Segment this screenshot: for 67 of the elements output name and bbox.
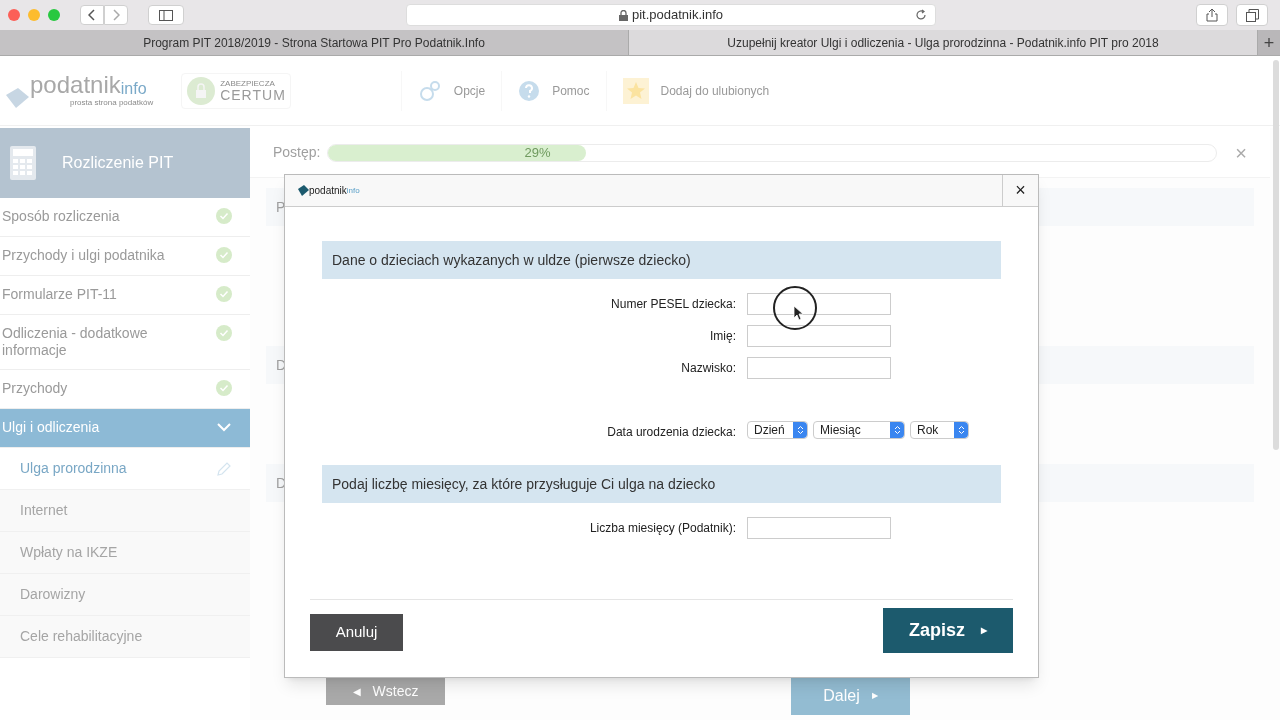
badge-caption: ZABEZPIECZA: [220, 79, 276, 88]
padlock-icon: [186, 75, 217, 106]
next-button[interactable]: Dalej ▶: [791, 677, 910, 715]
cursor-icon: [772, 285, 818, 331]
tabs-icon: [1245, 8, 1259, 22]
new-tab-button[interactable]: +: [1258, 30, 1280, 55]
updown-icon: [796, 425, 804, 435]
dropdown[interactable]: Rok: [910, 421, 969, 439]
header-nav-link[interactable]: Opcje: [400, 70, 502, 111]
section-heading: Podaj liczbę miesięcy, za które przysługuje Ci ulga na dziecko: [322, 465, 1001, 503]
gears-icon: [417, 79, 442, 102]
input-field[interactable]: [747, 293, 891, 315]
reload-icon[interactable]: [915, 9, 927, 21]
updown-icon: [893, 425, 901, 435]
tabs-button[interactable]: [1236, 4, 1268, 26]
url-text: pit.podatnik.info: [631, 6, 724, 25]
field-label: Imię:: [709, 328, 736, 345]
field-label: Liczba miesięcy (Podatnik):: [588, 520, 736, 537]
minimize-window-icon[interactable]: [28, 9, 40, 21]
section-heading: Dane o dzieciach wykazanych w uldze (pierwsze dziecko): [322, 241, 1001, 279]
save-button[interactable]: Zapisz ▶: [883, 608, 1013, 653]
close-window-icon[interactable]: [8, 9, 20, 21]
sidebar-subitem[interactable]: Darowizny: [0, 574, 250, 616]
logo-icon: [297, 185, 309, 196]
logo-tagline: prosta strona podatków: [70, 97, 154, 109]
chevron-right-icon: [112, 9, 120, 21]
logo-text: podatnik: [30, 72, 121, 97]
logo-icon: [4, 86, 30, 109]
sidebar-button[interactable]: [148, 5, 184, 25]
lock-icon: [618, 9, 628, 21]
input-field[interactable]: [747, 357, 891, 379]
scrollbar[interactable]: [1273, 60, 1279, 450]
share-button[interactable]: [1196, 4, 1228, 26]
sidebar-item[interactable]: Ulgi i odliczenia: [0, 409, 250, 448]
share-icon: [1206, 8, 1218, 22]
logo-suffix: info: [120, 80, 147, 97]
address-field[interactable]: pit.podatnik.info: [406, 4, 936, 26]
close-button[interactable]: ×: [1235, 137, 1247, 168]
field-label: Nazwisko:: [680, 360, 736, 377]
maximize-window-icon[interactable]: [48, 9, 60, 21]
help-icon: [518, 79, 541, 102]
sidebar-subitem[interactable]: Wpłaty na IKZE: [0, 532, 250, 574]
input-field[interactable]: [747, 517, 891, 539]
dropdown[interactable]: Miesiąc: [813, 421, 905, 439]
header-nav-link[interactable]: Dodaj do ulubionych: [605, 70, 786, 111]
calculator-icon: [10, 146, 36, 180]
browser-tab[interactable]: Uzupełnij kreator Ulgi i odliczenia - Ulga prorodzinna - Podatnik.info PIT pro 2018: [629, 30, 1258, 55]
back-button[interactable]: ◀ Wstecz: [326, 677, 445, 705]
chevron-left-icon: [88, 9, 96, 21]
sidebar-subitem[interactable]: Cele rehabilitacyjne: [0, 616, 250, 658]
forward-button[interactable]: [104, 5, 128, 25]
cancel-button[interactable]: Anuluj: [310, 614, 403, 651]
input-field[interactable]: [747, 325, 891, 347]
sidebar-icon: [159, 9, 173, 21]
progress-reading: 29%: [524, 144, 551, 161]
badge-name: CERTUM: [220, 87, 286, 102]
sidebar-title: Rozliczenie PIT: [62, 153, 174, 173]
back-button[interactable]: [80, 5, 104, 25]
header-nav-link[interactable]: Pomoc: [501, 70, 606, 111]
close-button[interactable]: ×: [1002, 175, 1038, 206]
progress-label: Postęp:: [273, 143, 321, 162]
field-label: Data urodzenia dziecka:: [606, 424, 736, 441]
field-label: Numer PESEL dziecka:: [610, 296, 736, 313]
updown-icon: [957, 425, 965, 435]
pencil-icon: [216, 460, 232, 477]
dropdown[interactable]: Dzień: [747, 421, 808, 439]
sidebar-subitem[interactable]: Internet: [0, 490, 250, 532]
